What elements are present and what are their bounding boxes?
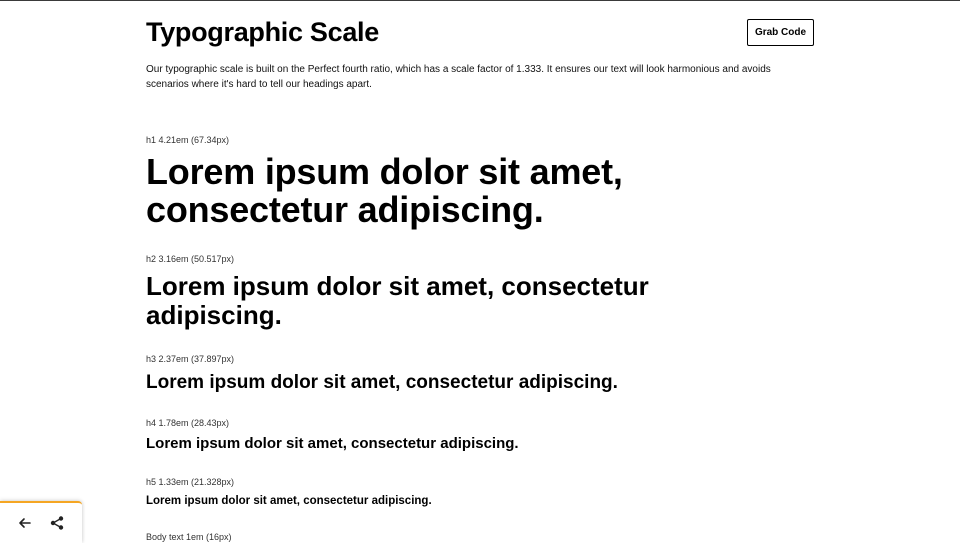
typographic-scale-page: Typographic Scale Grab Code Our typograp… bbox=[146, 0, 826, 542]
scale-label-h1: h1 4.21em (67.34px) bbox=[146, 135, 230, 145]
scale-label-h5: h5 1.33em (21.328px) bbox=[146, 477, 235, 487]
scale-label-body: Body text 1em (16px) bbox=[146, 532, 232, 542]
back-button[interactable] bbox=[15, 514, 35, 532]
sample-h3: Lorem ipsum dolor sit amet, consectetur … bbox=[146, 372, 618, 393]
page-header: Typographic Scale Grab Code bbox=[146, 0, 826, 60]
sample-h1: Lorem ipsum dolor sit amet, consectetur … bbox=[146, 151, 623, 230]
sample-h2: Lorem ipsum dolor sit amet, consectetur … bbox=[146, 271, 649, 330]
scale-label-h4: h4 1.78em (28.43px) bbox=[146, 418, 230, 428]
scale-label-h3: h3 2.37em (37.897px) bbox=[146, 354, 235, 364]
sample-h5: Lorem ipsum dolor sit amet, consectetur … bbox=[146, 495, 432, 507]
scale-label-h2: h2 3.16em (50.517px) bbox=[146, 254, 235, 264]
page-title: Typographic Scale bbox=[146, 17, 379, 47]
share-icon bbox=[50, 516, 64, 530]
grab-code-button[interactable]: Grab Code bbox=[747, 19, 814, 46]
arrow-left-icon bbox=[19, 518, 31, 528]
sample-h4: Lorem ipsum dolor sit amet, consectetur … bbox=[146, 435, 519, 452]
bottom-action-bar bbox=[0, 501, 82, 543]
page-description: Our typographic scale is built on the Pe… bbox=[146, 64, 771, 90]
share-button[interactable] bbox=[47, 514, 67, 532]
